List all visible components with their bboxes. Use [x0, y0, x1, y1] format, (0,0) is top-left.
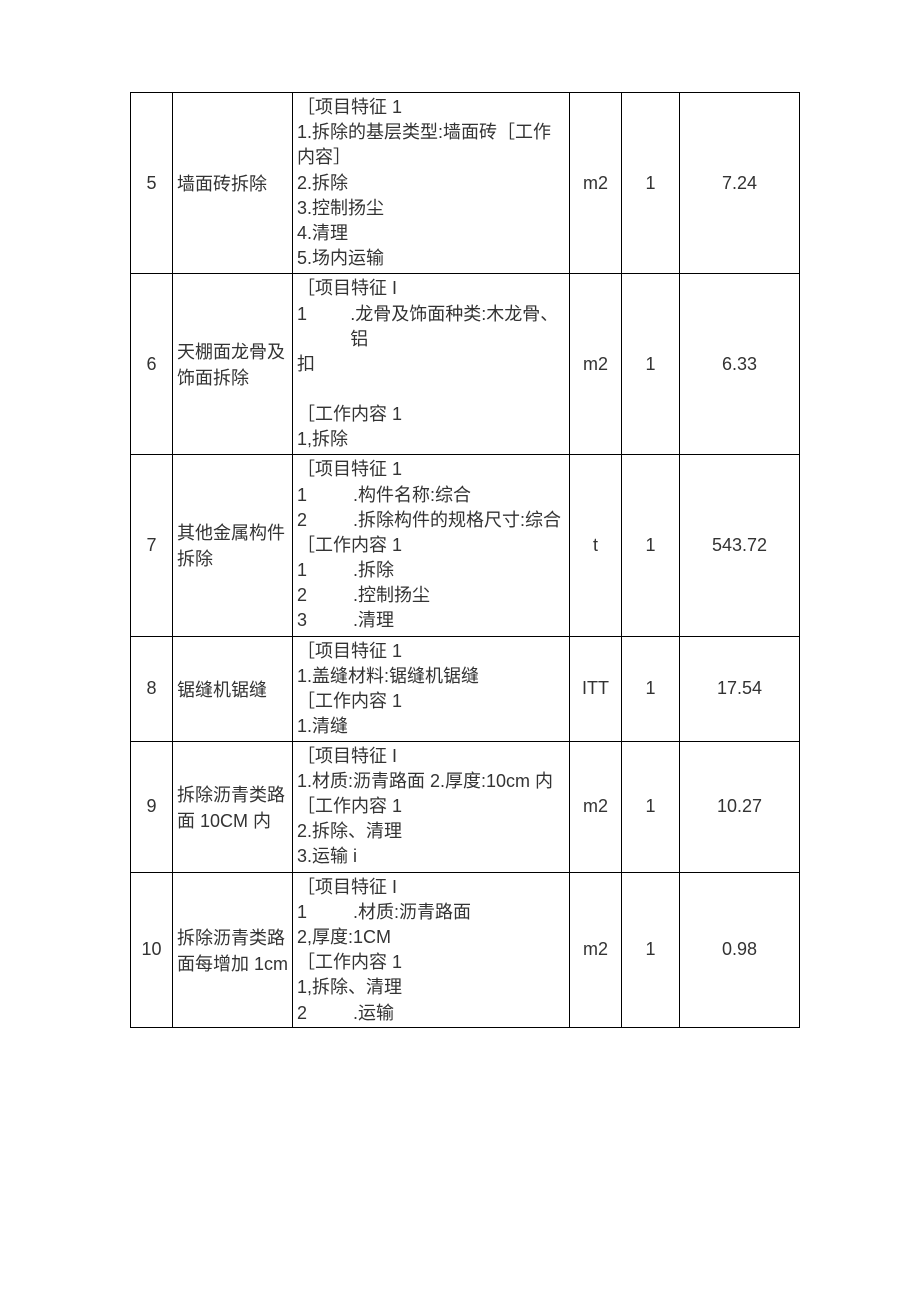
row-quantity: 1: [622, 636, 680, 741]
row-index: 5: [131, 93, 173, 274]
desc-line: ［项目特征 I: [297, 875, 565, 900]
desc-line: 1.构件名称:综合: [297, 483, 565, 508]
desc-line: 1.盖缝材料:锯缝机锯缝: [297, 664, 565, 689]
desc-line: 4.清理: [297, 221, 565, 246]
row-index: 8: [131, 636, 173, 741]
desc-line: ［项目特征 I: [297, 744, 565, 769]
desc-line: ［项目特征 1: [297, 639, 565, 664]
row-description: ［项目特征 11.拆除的基层类型:墙面砖［工作内容］2.拆除3.控制扬尘4.清理…: [293, 93, 570, 274]
desc-line: ［工作内容 1: [297, 689, 565, 714]
row-unit: m2: [570, 741, 622, 872]
row-description: ［项目特征 11.构件名称:综合2.拆除构件的规格尺寸:综合［工作内容 11.拆…: [293, 455, 570, 636]
desc-line: ［工作内容 1: [297, 402, 565, 427]
row-unit: m2: [570, 93, 622, 274]
table-row: 10拆除沥青类路面每增加 1cm［项目特征 I1.材质:沥青路面2,厚度:1CM…: [131, 872, 800, 1027]
row-index: 7: [131, 455, 173, 636]
desc-line: 3.控制扬尘: [297, 196, 565, 221]
table-row: 9拆除沥青类路面 10CM 内［项目特征 I1.材质:沥青路面 2.厚度:10c…: [131, 741, 800, 872]
row-description: ［项目特征 I1.材质:沥青路面 2.厚度:10cm 内［工作内容 12.拆除、…: [293, 741, 570, 872]
row-unit: t: [570, 455, 622, 636]
desc-line: ［项目特征 1: [297, 95, 565, 120]
desc-line: 2,厚度:1CM: [297, 925, 565, 950]
row-quantity: 1: [622, 455, 680, 636]
row-name: 墙面砖拆除: [173, 93, 293, 274]
desc-line: ［工作内容 1: [297, 533, 565, 558]
row-unit: ITT: [570, 636, 622, 741]
desc-line: 1.拆除: [297, 558, 565, 583]
desc-line: 2.拆除、清理: [297, 819, 565, 844]
desc-line: 2.控制扬尘: [297, 583, 565, 608]
row-index: 9: [131, 741, 173, 872]
desc-line: 3.清理: [297, 608, 565, 633]
row-amount: 17.54: [680, 636, 800, 741]
desc-line: 1.拆除的基层类型:墙面砖［工作内容］: [297, 120, 565, 170]
desc-line: 扣: [297, 352, 565, 377]
row-description: ［项目特征 I1.龙骨及饰面种类:木龙骨、铝扣 ［工作内容 11,拆除2.控制扬…: [293, 274, 570, 455]
row-amount: 6.33: [680, 274, 800, 455]
desc-line: [297, 377, 565, 402]
desc-line: 1.材质:沥青路面 2.厚度:10cm 内［工作内容 1: [297, 769, 565, 819]
row-quantity: 1: [622, 741, 680, 872]
row-description: ［项目特征 I1.材质:沥青路面2,厚度:1CM［工作内容 11,拆除、清理2.…: [293, 872, 570, 1027]
row-amount: 0.98: [680, 872, 800, 1027]
row-quantity: 1: [622, 872, 680, 1027]
desc-line: 2.运输: [297, 1001, 565, 1025]
row-unit: m2: [570, 872, 622, 1027]
row-name: 锯缝机锯缝: [173, 636, 293, 741]
row-amount: 7.24: [680, 93, 800, 274]
desc-line: 1,拆除: [297, 427, 565, 452]
table-row: 5墙面砖拆除［项目特征 11.拆除的基层类型:墙面砖［工作内容］2.拆除3.控制…: [131, 93, 800, 274]
desc-line: 2.拆除构件的规格尺寸:综合: [297, 508, 565, 533]
row-quantity: 1: [622, 274, 680, 455]
desc-line: 1.龙骨及饰面种类:木龙骨、铝: [297, 302, 565, 352]
desc-line: 2.拆除: [297, 171, 565, 196]
row-description: ［项目特征 11.盖缝材料:锯缝机锯缝［工作内容 11.清缝: [293, 636, 570, 741]
row-index: 6: [131, 274, 173, 455]
desc-line: ［项目特征 I: [297, 276, 565, 301]
row-name: 天棚面龙骨及饰面拆除: [173, 274, 293, 455]
desc-line: 5.场内运输: [297, 246, 565, 271]
row-amount: 543.72: [680, 455, 800, 636]
row-unit: m2: [570, 274, 622, 455]
row-quantity: 1: [622, 93, 680, 274]
row-name: 其他金属构件拆除: [173, 455, 293, 636]
table-row: 7其他金属构件拆除［项目特征 11.构件名称:综合2.拆除构件的规格尺寸:综合［…: [131, 455, 800, 636]
desc-line: 1,拆除、清理: [297, 975, 565, 1000]
row-index: 10: [131, 872, 173, 1027]
row-name: 拆除沥青类路面 10CM 内: [173, 741, 293, 872]
row-amount: 10.27: [680, 741, 800, 872]
desc-line: 3.运输 i: [297, 844, 565, 869]
spec-table: 5墙面砖拆除［项目特征 11.拆除的基层类型:墙面砖［工作内容］2.拆除3.控制…: [130, 92, 800, 1028]
row-name: 拆除沥青类路面每增加 1cm: [173, 872, 293, 1027]
desc-line: ［工作内容 1: [297, 950, 565, 975]
desc-line: ［项目特征 1: [297, 457, 565, 482]
table-row: 6天棚面龙骨及饰面拆除［项目特征 I1.龙骨及饰面种类:木龙骨、铝扣 ［工作内容…: [131, 274, 800, 455]
desc-line: 1.材质:沥青路面: [297, 900, 565, 925]
desc-line: 1.清缝: [297, 714, 565, 738]
table-row: 8锯缝机锯缝［项目特征 11.盖缝材料:锯缝机锯缝［工作内容 11.清缝ITT1…: [131, 636, 800, 741]
